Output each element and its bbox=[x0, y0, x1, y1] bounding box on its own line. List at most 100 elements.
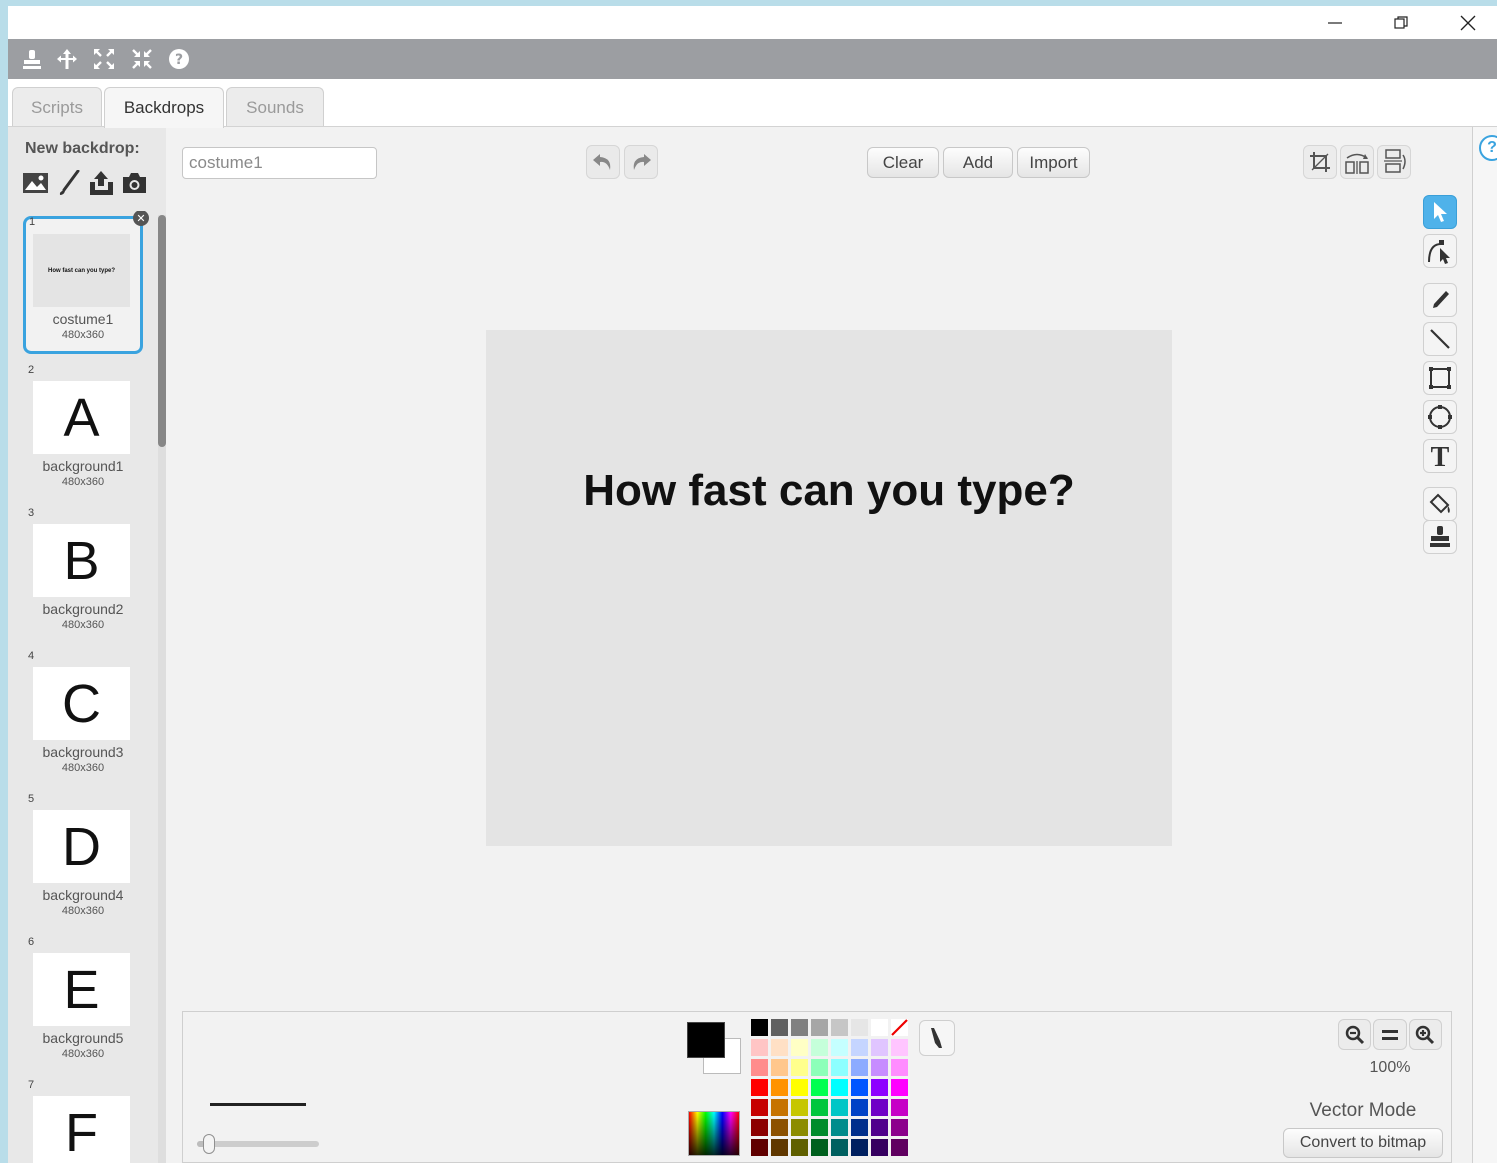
palette-swatch[interactable] bbox=[891, 1039, 908, 1056]
palette-swatch[interactable] bbox=[831, 1119, 848, 1136]
clear-button[interactable]: Clear bbox=[867, 147, 939, 178]
ellipse-tool[interactable] bbox=[1423, 400, 1457, 434]
palette-swatch[interactable] bbox=[771, 1119, 788, 1136]
palette-swatch[interactable] bbox=[831, 1099, 848, 1116]
palette-swatch[interactable] bbox=[811, 1139, 828, 1156]
scrollbar-thumb[interactable] bbox=[158, 215, 166, 447]
palette-swatch[interactable] bbox=[771, 1039, 788, 1056]
camera-button[interactable] bbox=[121, 169, 148, 197]
canvas-text[interactable]: How fast can you type? bbox=[486, 466, 1172, 516]
palette-swatch[interactable] bbox=[831, 1079, 848, 1096]
palette-swatch[interactable] bbox=[791, 1099, 808, 1116]
palette-swatch[interactable] bbox=[751, 1139, 768, 1156]
palette-swatch[interactable] bbox=[871, 1039, 888, 1056]
palette-swatch[interactable] bbox=[811, 1019, 828, 1036]
palette-swatch[interactable] bbox=[791, 1139, 808, 1156]
costume-item-1[interactable]: 1 How fast can you type? costume1 480x36… bbox=[23, 211, 149, 354]
palette-swatch[interactable] bbox=[871, 1059, 888, 1076]
tab-backdrops[interactable]: Backdrops bbox=[104, 87, 224, 128]
palette-swatch[interactable] bbox=[831, 1059, 848, 1076]
palette-swatch[interactable] bbox=[791, 1019, 808, 1036]
palette-swatch[interactable] bbox=[831, 1019, 848, 1036]
palette-swatch[interactable] bbox=[791, 1079, 808, 1096]
palette-swatch[interactable] bbox=[851, 1079, 868, 1096]
costume-item-4[interactable]: 4 C background3 480x360 bbox=[23, 650, 143, 788]
help-button[interactable]: ? bbox=[165, 46, 193, 72]
zoom-out-button[interactable] bbox=[1338, 1019, 1372, 1050]
palette-swatch[interactable] bbox=[811, 1039, 828, 1056]
zoom-in-button[interactable] bbox=[1408, 1019, 1442, 1050]
palette-swatch[interactable] bbox=[891, 1139, 908, 1156]
palette-swatch[interactable] bbox=[811, 1119, 828, 1136]
import-button[interactable]: Import bbox=[1017, 147, 1090, 178]
zoom-reset-button[interactable] bbox=[1373, 1019, 1407, 1050]
palette-swatch[interactable] bbox=[751, 1099, 768, 1116]
palette-swatch[interactable] bbox=[891, 1079, 908, 1096]
palette-swatch[interactable] bbox=[771, 1139, 788, 1156]
close-button[interactable] bbox=[1435, 6, 1497, 39]
palette-swatch[interactable] bbox=[751, 1059, 768, 1076]
fill-tool[interactable] bbox=[1423, 487, 1457, 521]
delete-costume-button[interactable]: ✕ bbox=[133, 211, 149, 226]
editor-help-button[interactable]: ? bbox=[1479, 135, 1497, 161]
stroke-width-slider[interactable] bbox=[197, 1134, 319, 1154]
palette-swatch[interactable] bbox=[871, 1119, 888, 1136]
palette-swatch[interactable] bbox=[791, 1059, 808, 1076]
palette-swatch[interactable] bbox=[871, 1019, 888, 1036]
undo-button[interactable] bbox=[586, 145, 620, 179]
palette-swatch[interactable] bbox=[791, 1039, 808, 1056]
palette-swatch[interactable] bbox=[811, 1079, 828, 1096]
palette-swatch[interactable] bbox=[851, 1099, 868, 1116]
palette-swatch[interactable] bbox=[771, 1059, 788, 1076]
palette-swatch[interactable] bbox=[791, 1119, 808, 1136]
slider-thumb[interactable] bbox=[203, 1134, 216, 1154]
palette-swatch[interactable] bbox=[891, 1099, 908, 1116]
eyedropper-button[interactable] bbox=[919, 1020, 955, 1056]
costume-item-6[interactable]: 6 E background5 480x360 bbox=[23, 936, 143, 1074]
palette-swatch[interactable] bbox=[871, 1079, 888, 1096]
line-tool[interactable] bbox=[1423, 322, 1457, 356]
palette-swatch[interactable] bbox=[771, 1079, 788, 1096]
palette-swatch[interactable] bbox=[831, 1139, 848, 1156]
tab-scripts[interactable]: Scripts bbox=[12, 87, 102, 127]
costume-item-7[interactable]: 7 F background6 480x360 bbox=[23, 1079, 143, 1163]
palette-swatch[interactable] bbox=[851, 1139, 868, 1156]
palette-swatch[interactable] bbox=[771, 1099, 788, 1116]
paint-new-button[interactable] bbox=[55, 169, 82, 197]
pencil-tool[interactable] bbox=[1423, 283, 1457, 317]
palette-swatch[interactable] bbox=[751, 1119, 768, 1136]
color-picker-spectrum[interactable] bbox=[688, 1111, 740, 1156]
duplicate-tool[interactable] bbox=[1423, 520, 1457, 554]
costume-item-2[interactable]: 2 A background1 480x360 bbox=[23, 364, 143, 502]
upload-file-button[interactable] bbox=[88, 169, 115, 197]
palette-swatch[interactable] bbox=[871, 1139, 888, 1156]
palette-swatch[interactable] bbox=[871, 1099, 888, 1116]
minimize-button[interactable] bbox=[1302, 6, 1368, 39]
costume-list-scrollbar[interactable] bbox=[158, 215, 166, 1163]
add-button[interactable]: Add bbox=[943, 147, 1013, 178]
palette-swatch[interactable] bbox=[851, 1119, 868, 1136]
palette-swatch[interactable] bbox=[851, 1059, 868, 1076]
palette-swatch[interactable] bbox=[891, 1119, 908, 1136]
reshape-tool[interactable] bbox=[1423, 234, 1457, 268]
palette-swatch[interactable] bbox=[891, 1059, 908, 1076]
palette-swatch[interactable] bbox=[811, 1059, 828, 1076]
palette-swatch[interactable] bbox=[751, 1019, 768, 1036]
palette-swatch[interactable] bbox=[851, 1019, 868, 1036]
expand-button[interactable] bbox=[90, 46, 118, 72]
flip-vertical-button[interactable] bbox=[1377, 145, 1411, 179]
costume-name-input[interactable] bbox=[182, 147, 377, 179]
palette-swatch[interactable] bbox=[831, 1039, 848, 1056]
convert-to-bitmap-button[interactable]: Convert to bitmap bbox=[1283, 1128, 1443, 1158]
tab-sounds[interactable]: Sounds bbox=[226, 87, 324, 127]
grow-button[interactable] bbox=[53, 46, 81, 72]
text-tool[interactable]: T bbox=[1423, 439, 1457, 473]
redo-button[interactable] bbox=[624, 145, 658, 179]
transparent-color-swatch[interactable] bbox=[891, 1019, 908, 1036]
select-tool[interactable] bbox=[1423, 195, 1457, 229]
palette-swatch[interactable] bbox=[751, 1039, 768, 1056]
costume-item-3[interactable]: 3 B background2 480x360 bbox=[23, 507, 143, 645]
drawing-canvas[interactable]: How fast can you type? bbox=[486, 330, 1172, 846]
flip-horizontal-button[interactable] bbox=[1340, 145, 1374, 179]
palette-swatch[interactable] bbox=[811, 1099, 828, 1116]
